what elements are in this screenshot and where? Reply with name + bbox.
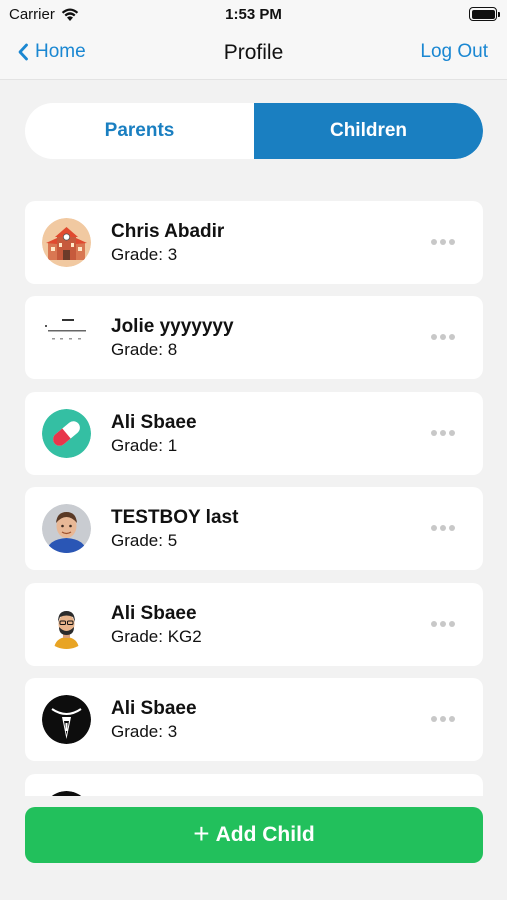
- child-grade: Grade: 8: [111, 340, 178, 359]
- child-name: Chris Abadir: [111, 221, 225, 242]
- plus-icon: +: [193, 817, 210, 849]
- more-options-icon[interactable]: [431, 525, 455, 531]
- child-grade: Grade: 3: [111, 722, 178, 741]
- child-name: Jolie yyyyyyy: [111, 316, 234, 337]
- child-card[interactable]: Ali Sbaee Grade: 1: [25, 392, 483, 475]
- more-options-icon[interactable]: [431, 621, 455, 627]
- more-options-icon[interactable]: [431, 716, 455, 722]
- more-options-icon[interactable]: [431, 239, 455, 245]
- child-name: Ali Sbaee: [111, 603, 197, 624]
- tab-children[interactable]: Children: [254, 103, 483, 159]
- child-card[interactable]: TESTBOY last Grade: 5: [25, 487, 483, 570]
- child-name: TESTBOY last: [111, 507, 239, 528]
- tab-parents[interactable]: Parents: [25, 103, 254, 159]
- avatar: [42, 791, 91, 796]
- child-grade: Grade: 1: [111, 436, 178, 455]
- dark-logo-avatar: [42, 695, 91, 744]
- child-grade: Grade: 5: [111, 531, 178, 550]
- boy-photo-avatar: [42, 504, 91, 553]
- child-card[interactable]: [25, 774, 483, 796]
- school-building-avatar: [42, 218, 91, 267]
- logout-button[interactable]: Log Out: [420, 41, 488, 63]
- child-card[interactable]: Ali Sbaee Grade: KG2: [25, 583, 483, 666]
- add-child-label: Add Child: [215, 823, 315, 846]
- child-name: Ali Sbaee: [111, 412, 197, 433]
- add-child-button[interactable]: + Add Child: [25, 807, 483, 863]
- status-time: 1:53 PM: [225, 6, 282, 23]
- man-cartoon-avatar: [42, 600, 91, 649]
- pill-avatar: [42, 409, 91, 458]
- child-card[interactable]: Chris Abadir Grade: 3: [25, 201, 483, 284]
- child-card[interactable]: Ali Sbaee Grade: 3: [25, 678, 483, 761]
- child-grade: Grade: 3: [111, 245, 178, 264]
- parents-children-segment: Parents Children: [25, 103, 483, 159]
- more-options-icon[interactable]: [431, 334, 455, 340]
- children-list[interactable]: Chris Abadir Grade: 3 Jolie yyyyyyy Grad…: [25, 201, 483, 796]
- battery-icon: [469, 7, 500, 21]
- child-name: Ali Sbaee: [111, 698, 197, 719]
- child-card[interactable]: Jolie yyyyyyy Grade: 8: [25, 296, 483, 379]
- document-thumbnail-avatar: [42, 313, 91, 362]
- nav-bar: Home Profile Log Out: [0, 28, 507, 80]
- status-bar: Carrier 1:53 PM: [0, 0, 507, 28]
- child-grade: Grade: KG2: [111, 627, 202, 646]
- more-options-icon[interactable]: [431, 430, 455, 436]
